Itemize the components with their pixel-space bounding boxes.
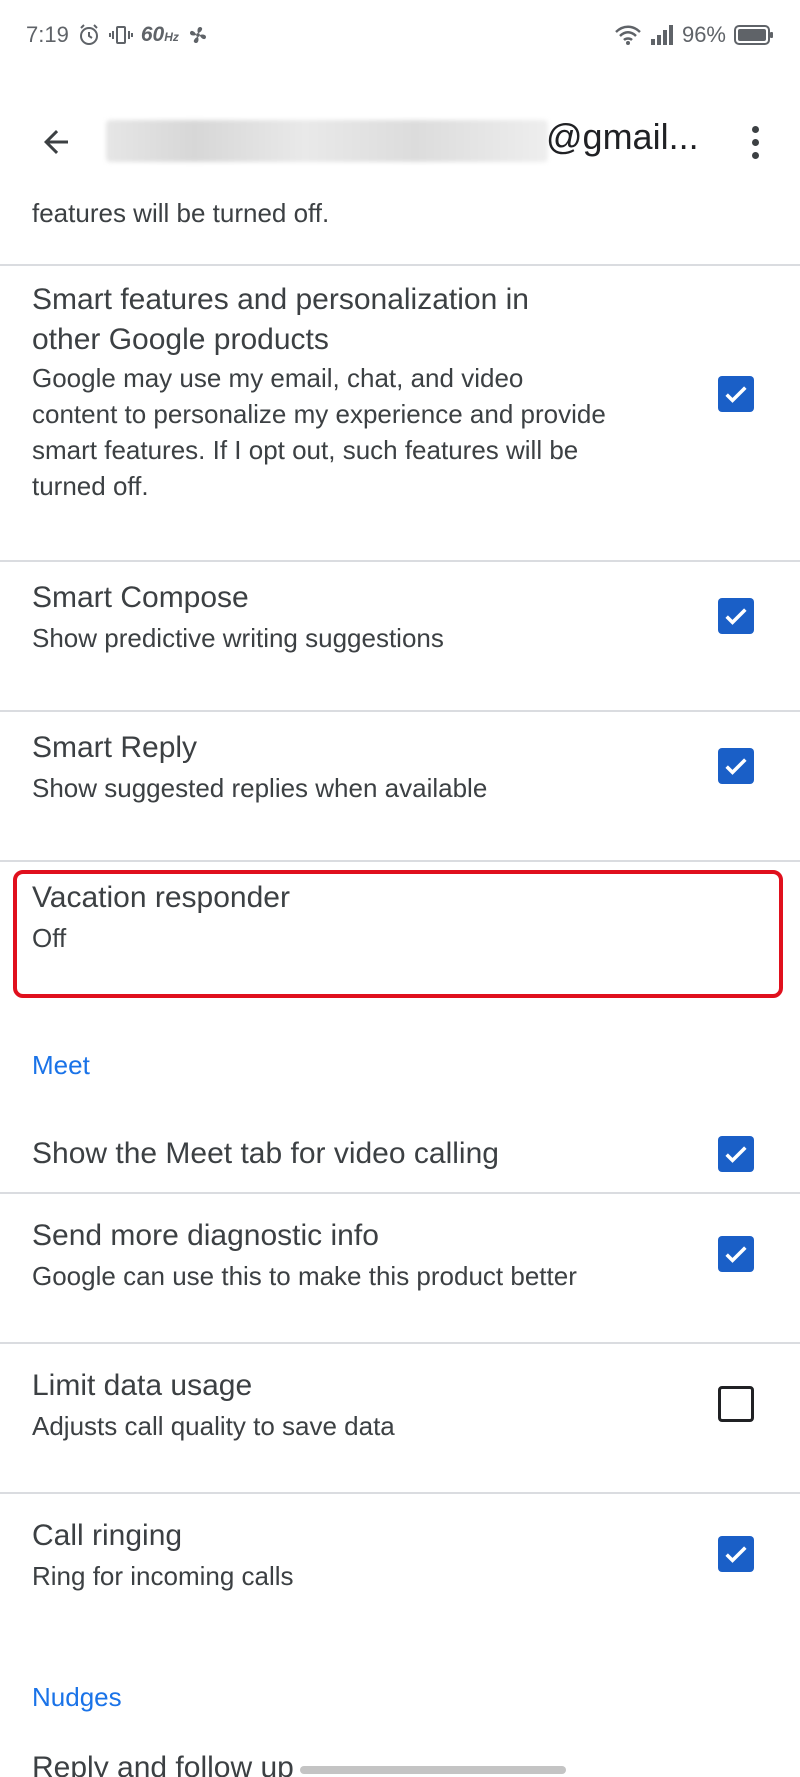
setting-subtitle: Ring for incoming calls [32, 1561, 294, 1591]
arrow-back-icon [44, 130, 68, 154]
partial-setting-subtitle: features will be turned off. [32, 198, 330, 228]
highlight-annotation-box [13, 870, 783, 998]
checkbox-smart-features-other[interactable] [718, 376, 754, 412]
setting-smart-reply[interactable]: Smart Reply Show suggested replies when … [0, 712, 800, 860]
vibrate-icon [108, 23, 133, 47]
setting-title: Smart Reply [32, 731, 198, 764]
redacted-email [106, 120, 548, 162]
check-icon [725, 758, 747, 775]
setting-subtitle: Google can use this to make this product… [32, 1261, 577, 1291]
signal-icon [650, 24, 674, 46]
check-icon [725, 608, 747, 625]
gesture-navigation-bar[interactable] [300, 1766, 566, 1774]
setting-subtitle: Show suggested replies when available [32, 773, 488, 803]
section-header-meet: Meet [32, 1050, 90, 1080]
section-header-nudges: Nudges [32, 1682, 122, 1712]
wifi-icon [614, 24, 642, 46]
setting-smart-compose[interactable]: Smart Compose Show predictive writing su… [0, 562, 800, 710]
setting-title: Limit data usage [32, 1369, 253, 1402]
fan-icon [187, 24, 209, 46]
refresh-rate-unit: Hz [164, 30, 179, 44]
setting-subtitle-line: Google may use my email, chat, and video [32, 363, 524, 393]
setting-limit-data-usage[interactable]: Limit data usage Adjusts call quality to… [0, 1344, 800, 1492]
check-icon [725, 386, 747, 403]
refresh-rate: 60Hz [141, 23, 179, 47]
setting-call-ringing[interactable]: Call ringing Ring for incoming calls [0, 1494, 800, 1642]
more-vert-icon-dot [751, 138, 759, 146]
checkbox-show-meet-tab[interactable] [718, 1136, 754, 1172]
alarm-icon [77, 23, 101, 47]
setting-title: Smart features and personalization in ot… [32, 280, 529, 360]
setting-title-line: Smart features and personalization in [32, 283, 529, 316]
checkbox-call-ringing[interactable] [718, 1536, 754, 1572]
battery-percent: 96% [681, 22, 726, 47]
setting-title-line: other Google products [32, 323, 329, 356]
checkbox-smart-reply[interactable] [718, 748, 754, 784]
check-icon [725, 1246, 747, 1263]
status-left: 7:19 60Hz [26, 22, 209, 48]
more-options-button[interactable] [730, 114, 780, 170]
back-button[interactable] [30, 118, 82, 166]
checkbox-limit-data-usage[interactable] [718, 1386, 754, 1422]
status-time: 7:19 [26, 22, 69, 47]
setting-title: Send more diagnostic info [32, 1219, 379, 1252]
checkbox-send-diagnostic-info[interactable] [718, 1236, 754, 1272]
checkbox-smart-compose[interactable] [718, 598, 754, 634]
setting-subtitle-line: content to personalize my experience and… [32, 399, 606, 429]
more-vert-icon-dot [751, 151, 759, 159]
battery-icon [734, 24, 774, 46]
setting-title: Reply and follow up [32, 1751, 294, 1777]
status-bar: 7:19 60Hz 96% [0, 0, 800, 76]
setting-title: Smart Compose [32, 581, 249, 614]
more-vert-icon-dot [751, 125, 759, 133]
setting-subtitle-line: turned off. [32, 471, 149, 501]
check-icon [725, 1146, 747, 1163]
setting-smart-features-other-products[interactable]: Smart features and personalization in ot… [0, 266, 800, 501]
setting-title: Call ringing [32, 1519, 183, 1552]
setting-send-diagnostic-info[interactable]: Send more diagnostic info Google can use… [0, 1194, 800, 1342]
setting-subtitle: Show predictive writing suggestions [32, 623, 444, 653]
setting-subtitle-line: smart features. If I opt out, such featu… [32, 435, 579, 465]
app-bar: @gmail... [0, 100, 800, 180]
setting-subtitle: Google may use my email, chat, and video… [32, 360, 606, 504]
check-icon [725, 1546, 747, 1563]
setting-subtitle: Adjusts call quality to save data [32, 1411, 395, 1441]
refresh-rate-value: 60 [140, 23, 165, 46]
status-right: 96% [614, 22, 774, 48]
setting-title: Show the Meet tab for video calling [32, 1137, 499, 1170]
account-email: @gmail... [546, 116, 699, 157]
